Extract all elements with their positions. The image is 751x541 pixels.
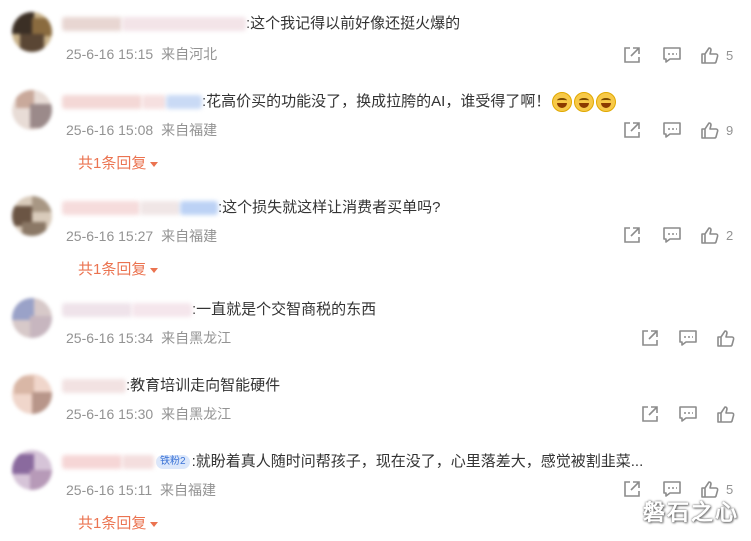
share-icon (624, 122, 640, 138)
laugh-emoji-icon (552, 92, 573, 113)
comment-date: 25-6-16 15:27 (66, 228, 154, 244)
replies-label: 共1条回复 (78, 515, 147, 532)
comment-meta: 25-6-16 15:11 来自福建 (66, 480, 216, 500)
comment-icon (679, 330, 697, 346)
comment-icon (663, 227, 681, 243)
username[interactable] (62, 303, 132, 318)
username[interactable] (132, 303, 192, 318)
comment-icon (663, 122, 681, 138)
like-count: 9 (726, 122, 734, 138)
share-button[interactable] (640, 327, 660, 349)
comment-meta: 25-6-16 15:30 来自黑龙江 (66, 404, 231, 424)
comment-text: :这个我记得以前好像还挺火爆的 (246, 15, 461, 33)
comment-icon (663, 47, 681, 63)
avatar[interactable] (12, 12, 52, 52)
comment-date: 25-6-16 15:34 (66, 330, 154, 346)
view-replies-link[interactable]: 共1条回复 (78, 512, 159, 533)
username[interactable] (62, 201, 140, 216)
comment-meta: 25-6-16 15:08 来自福建 (66, 120, 217, 140)
share-button[interactable] (622, 119, 642, 141)
caret-down-icon (150, 267, 159, 273)
share-icon (624, 481, 640, 497)
username[interactable] (166, 95, 202, 110)
username[interactable] (142, 95, 166, 110)
comment-icon (679, 406, 697, 422)
watermark: 磐石之心 (642, 500, 739, 526)
username[interactable] (62, 455, 122, 470)
caret-down-icon (150, 521, 159, 527)
thumbs-up-icon (717, 330, 735, 347)
username[interactable] (62, 379, 126, 394)
avatar[interactable] (12, 374, 52, 414)
thumbs-up-icon (701, 47, 719, 64)
share-button[interactable] (622, 44, 642, 66)
like-button[interactable]: 9 (700, 119, 733, 141)
comment-body: :花高价买的功能没了，换成拉胯的AI，谁受得了啊！ (62, 90, 617, 114)
replies-label: 共1条回复 (78, 155, 147, 172)
like-button[interactable] (716, 327, 736, 349)
share-icon (624, 47, 640, 63)
comment-body: :这个损失就这样让消费者买单吗? (62, 196, 441, 220)
share-button[interactable] (640, 403, 660, 425)
laugh-emoji-icon (574, 92, 595, 113)
comment-body: :教育培训走向智能硬件 (62, 374, 280, 398)
username[interactable] (180, 201, 218, 216)
comment-button[interactable] (678, 403, 698, 425)
avatar[interactable] (12, 90, 52, 130)
like-button[interactable] (716, 403, 736, 425)
comment-meta: 25-6-16 15:27 来自福建 (66, 226, 217, 246)
comment-date: 25-6-16 15:15 (66, 46, 154, 62)
comment-body: :这个我记得以前好像还挺火爆的 (62, 12, 460, 36)
comment-location: 来自福建 (161, 122, 218, 138)
comment-text: :这个损失就这样让消费者买单吗? (218, 199, 441, 217)
view-replies-link[interactable]: 共1条回复 (78, 258, 159, 279)
username[interactable] (122, 17, 246, 32)
comment-meta: 25-6-16 15:34 来自黑龙江 (66, 328, 231, 348)
like-count: 2 (726, 227, 734, 243)
avatar[interactable] (12, 196, 52, 236)
username[interactable] (122, 455, 154, 470)
replies-label: 共1条回复 (78, 261, 147, 278)
comment-button[interactable] (662, 119, 682, 141)
comment-text: :教育培训走向智能硬件 (126, 377, 281, 395)
comment-body: :一直就是个交智商税的东西 (62, 298, 376, 322)
share-button[interactable] (622, 478, 642, 500)
comment-text: :一直就是个交智商税的东西 (192, 301, 377, 319)
comment-date: 25-6-16 15:11 (66, 482, 153, 498)
comment-location: 来自黑龙江 (161, 406, 232, 422)
username[interactable] (62, 95, 142, 110)
comment-date: 25-6-16 15:30 (66, 406, 154, 422)
avatar[interactable] (12, 298, 52, 338)
comment-text: :花高价买的功能没了，换成拉胯的AI，谁受得了啊！ (202, 93, 551, 111)
caret-down-icon (150, 161, 159, 167)
thumbs-up-icon (701, 227, 719, 244)
avatar[interactable] (12, 450, 52, 490)
share-button[interactable] (622, 224, 642, 246)
like-count: 5 (726, 47, 734, 63)
like-button[interactable]: 2 (700, 224, 733, 246)
view-replies-link[interactable]: 共1条回复 (78, 152, 159, 173)
comment-location: 来自福建 (161, 228, 218, 244)
laugh-emoji-icon (596, 92, 617, 113)
comment-body: 铁粉2:就盼着真人随时问帮孩子，现在没了，心里落差大，感觉被割韭菜... (62, 450, 643, 474)
comment-text: :就盼着真人随时问帮孩子，现在没了，心里落差大，感觉被割韭菜... (191, 453, 644, 471)
comment-meta: 25-6-16 15:15 来自河北 (66, 44, 217, 64)
comment-button[interactable] (662, 44, 682, 66)
comment-location: 来自黑龙江 (161, 330, 232, 346)
like-button[interactable]: 5 (700, 44, 733, 66)
username[interactable] (140, 201, 180, 216)
thumbs-up-icon (717, 406, 735, 423)
comment-date: 25-6-16 15:08 (66, 122, 154, 138)
comment-button[interactable] (678, 327, 698, 349)
share-icon (642, 406, 658, 422)
thumbs-up-icon (701, 122, 719, 139)
comment-location: 来自河北 (161, 46, 218, 62)
fan-badge: 铁粉2 (156, 455, 190, 470)
share-icon (624, 227, 640, 243)
comment-button[interactable] (662, 224, 682, 246)
comment-location: 来自福建 (160, 482, 217, 498)
username[interactable] (62, 17, 122, 32)
share-icon (642, 330, 658, 346)
